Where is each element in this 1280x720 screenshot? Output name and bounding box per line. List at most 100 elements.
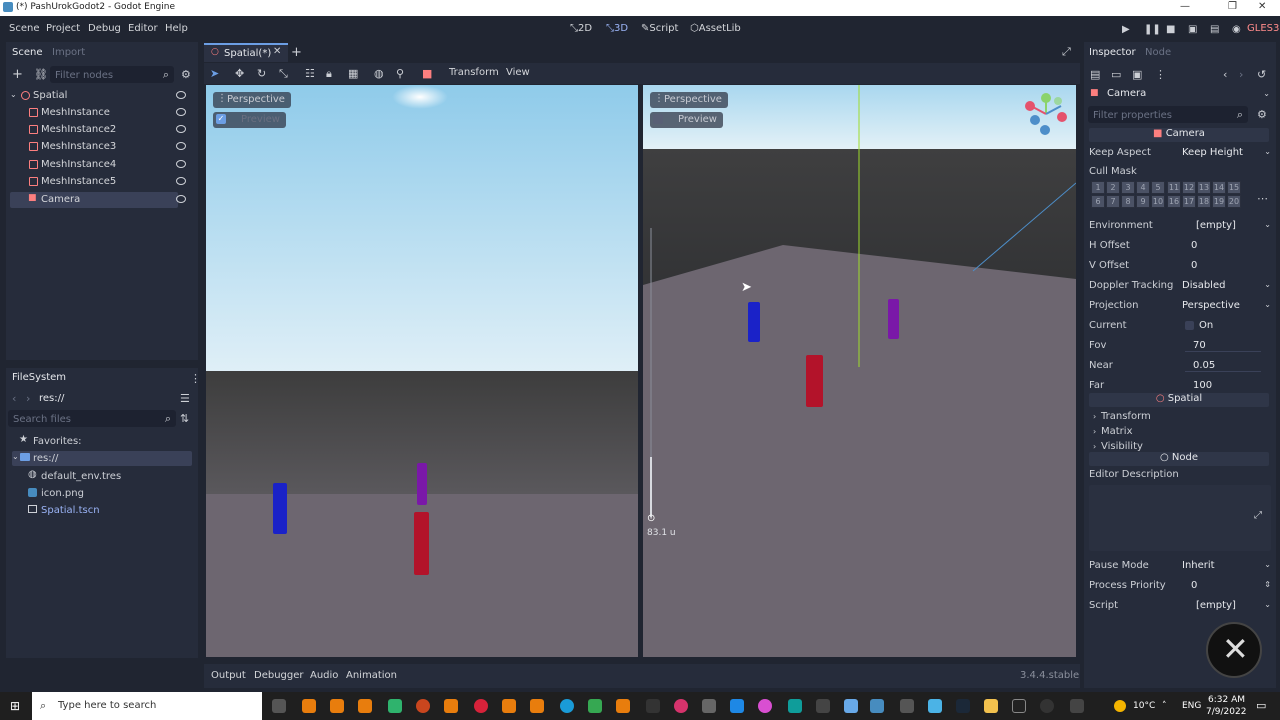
- app-icon[interactable]: [674, 699, 688, 713]
- opera-icon[interactable]: [474, 699, 488, 713]
- windows-start-icon[interactable]: ⊞: [10, 699, 20, 713]
- gizmo-neg-y-icon[interactable]: [1054, 97, 1062, 105]
- add-tab-icon[interactable]: +: [291, 45, 302, 60]
- cull-layer-cell[interactable]: 9: [1136, 195, 1150, 208]
- cull-layer-cell[interactable]: 1: [1091, 181, 1105, 194]
- gizmo-neg-z-icon[interactable]: [1040, 125, 1050, 135]
- unity-icon[interactable]: [900, 699, 914, 713]
- distraction-free-icon[interactable]: ⤢: [1062, 45, 1071, 59]
- rotate-tool-icon[interactable]: ↻: [257, 67, 266, 80]
- visibility-eye-icon[interactable]: [176, 160, 186, 168]
- workspace-2d[interactable]: ⤡2D: [570, 23, 592, 34]
- language-indicator[interactable]: ENG: [1182, 701, 1201, 711]
- prop-pause-mode[interactable]: Pause Mode Inherit ⌄: [1089, 557, 1275, 577]
- mail-icon[interactable]: [730, 699, 744, 713]
- fs-item-icon-png[interactable]: icon.png: [28, 486, 192, 501]
- minimize-icon[interactable]: —: [1180, 1, 1190, 12]
- fov-slider[interactable]: [1185, 351, 1261, 352]
- blue-mesh[interactable]: [748, 302, 760, 342]
- cull-layer-cell[interactable]: 3: [1121, 181, 1135, 194]
- cull-layer-cell[interactable]: 20: [1227, 195, 1241, 208]
- visibility-eye-icon[interactable]: [176, 125, 186, 133]
- cull-layer-cell[interactable]: 15: [1227, 181, 1241, 194]
- expand-icon[interactable]: ⤢: [1254, 510, 1262, 521]
- unreal-icon[interactable]: [1012, 699, 1026, 713]
- menu-scene[interactable]: Scene: [9, 23, 40, 34]
- gizmo-y-icon[interactable]: [1041, 93, 1051, 103]
- cull-layer-cell[interactable]: 6: [1091, 195, 1105, 208]
- play-icon[interactable]: ▶: [1122, 24, 1130, 35]
- open-resource-icon[interactable]: ▭: [1111, 68, 1121, 81]
- menu-project[interactable]: Project: [46, 23, 80, 34]
- purple-mesh[interactable]: [888, 299, 899, 339]
- back-icon[interactable]: ‹: [12, 392, 16, 405]
- prop-fov[interactable]: Fov 70: [1089, 337, 1275, 357]
- cull-mask-menu-icon[interactable]: ⋯: [1257, 192, 1268, 205]
- fs-item-res[interactable]: ⌄ res://: [12, 451, 192, 466]
- spinner-icon[interactable]: ⇕: [1264, 580, 1271, 589]
- snap-icon[interactable]: ⚲: [396, 67, 404, 80]
- blue-mesh[interactable]: [273, 483, 287, 534]
- menu-editor[interactable]: Editor: [128, 23, 158, 34]
- blender-icon[interactable]: [616, 699, 630, 713]
- favorites-row[interactable]: ★ Favorites:: [12, 434, 192, 449]
- blender-icon[interactable]: [444, 699, 458, 713]
- cull-layer-cell[interactable]: 12: [1182, 181, 1196, 194]
- tree-node-meshinstance4[interactable]: MeshInstance4: [10, 157, 186, 173]
- visibility-eye-icon[interactable]: [176, 177, 186, 185]
- blender-icon[interactable]: [358, 699, 372, 713]
- perspective-menu-button[interactable]: ⋮ Perspective: [213, 92, 291, 108]
- workspace-assetlib[interactable]: ⬡AssetLib: [690, 23, 741, 34]
- cull-layer-cell[interactable]: 13: [1197, 181, 1211, 194]
- list-view-icon[interactable]: ☰: [180, 392, 190, 405]
- view-gizmo[interactable]: [1021, 89, 1071, 139]
- move-tool-icon[interactable]: ✥: [235, 67, 244, 80]
- editor-description-textarea[interactable]: ⤢: [1089, 485, 1271, 551]
- cull-layer-cell[interactable]: 10: [1151, 195, 1165, 208]
- bottom-tab-animation[interactable]: Animation: [346, 670, 397, 681]
- scale-tool-icon[interactable]: ⤡: [279, 67, 288, 81]
- tree-node-camera[interactable]: ■ Camera: [10, 192, 186, 208]
- link-icon[interactable]: ⛓: [34, 68, 48, 81]
- bottom-tab-audio[interactable]: Audio: [310, 670, 338, 681]
- blender-icon[interactable]: [502, 699, 516, 713]
- app-icon[interactable]: [758, 699, 772, 713]
- visibility-eye-icon[interactable]: [176, 91, 186, 99]
- prop-keep-aspect[interactable]: Keep Aspect Keep Height ⌄: [1089, 144, 1275, 164]
- object-selector[interactable]: ■ Camera ⌄: [1088, 86, 1274, 102]
- app-icon[interactable]: [388, 699, 402, 713]
- tab-inspector[interactable]: Inspector: [1089, 47, 1136, 58]
- sort-icon[interactable]: ⇅: [180, 412, 189, 425]
- tree-node-meshinstance[interactable]: MeshInstance: [10, 105, 186, 121]
- app-icon[interactable]: [702, 699, 716, 713]
- workspace-script[interactable]: ✎Script: [641, 23, 678, 34]
- gizmo-x-icon[interactable]: [1025, 101, 1035, 111]
- app-icon[interactable]: [788, 699, 802, 713]
- tab-import[interactable]: Import: [52, 47, 85, 58]
- prop-environment[interactable]: Environment [empty] ⌄: [1089, 217, 1275, 237]
- app-icon[interactable]: [928, 699, 942, 713]
- bottom-tab-output[interactable]: Output: [211, 670, 246, 681]
- group-icon[interactable]: ▦: [348, 67, 358, 80]
- history-forward-icon[interactable]: ›: [1239, 68, 1243, 81]
- object-history-icon[interactable]: ↺: [1257, 68, 1266, 81]
- blender-icon[interactable]: [302, 699, 316, 713]
- visibility-eye-icon[interactable]: [176, 195, 186, 203]
- lock-icon[interactable]: 🔒︎: [326, 67, 332, 81]
- path-field[interactable]: res://: [36, 391, 176, 406]
- cull-layer-cell[interactable]: 16: [1167, 195, 1181, 208]
- viewport-right[interactable]: ⊙ 83.1 u ➤ ⋮ Perspective Preview: [643, 85, 1076, 657]
- cull-layer-cell[interactable]: 11: [1167, 181, 1181, 194]
- play-custom-icon[interactable]: ▤: [1210, 24, 1219, 35]
- blender-icon[interactable]: [330, 699, 344, 713]
- prop-near[interactable]: Near 0.05: [1089, 357, 1275, 377]
- select-tool-icon[interactable]: ➤: [210, 67, 219, 80]
- scene-options-icon[interactable]: ⚙: [181, 68, 191, 81]
- cull-layer-cell[interactable]: 8: [1121, 195, 1135, 208]
- bottom-tab-debugger[interactable]: Debugger: [254, 670, 304, 681]
- tab-node[interactable]: Node: [1145, 47, 1171, 58]
- renderer-label[interactable]: GLES3: [1247, 23, 1279, 34]
- cull-layer-cell[interactable]: 2: [1106, 181, 1120, 194]
- tab-scene[interactable]: Scene: [12, 47, 43, 58]
- visibility-eye-icon[interactable]: [176, 108, 186, 116]
